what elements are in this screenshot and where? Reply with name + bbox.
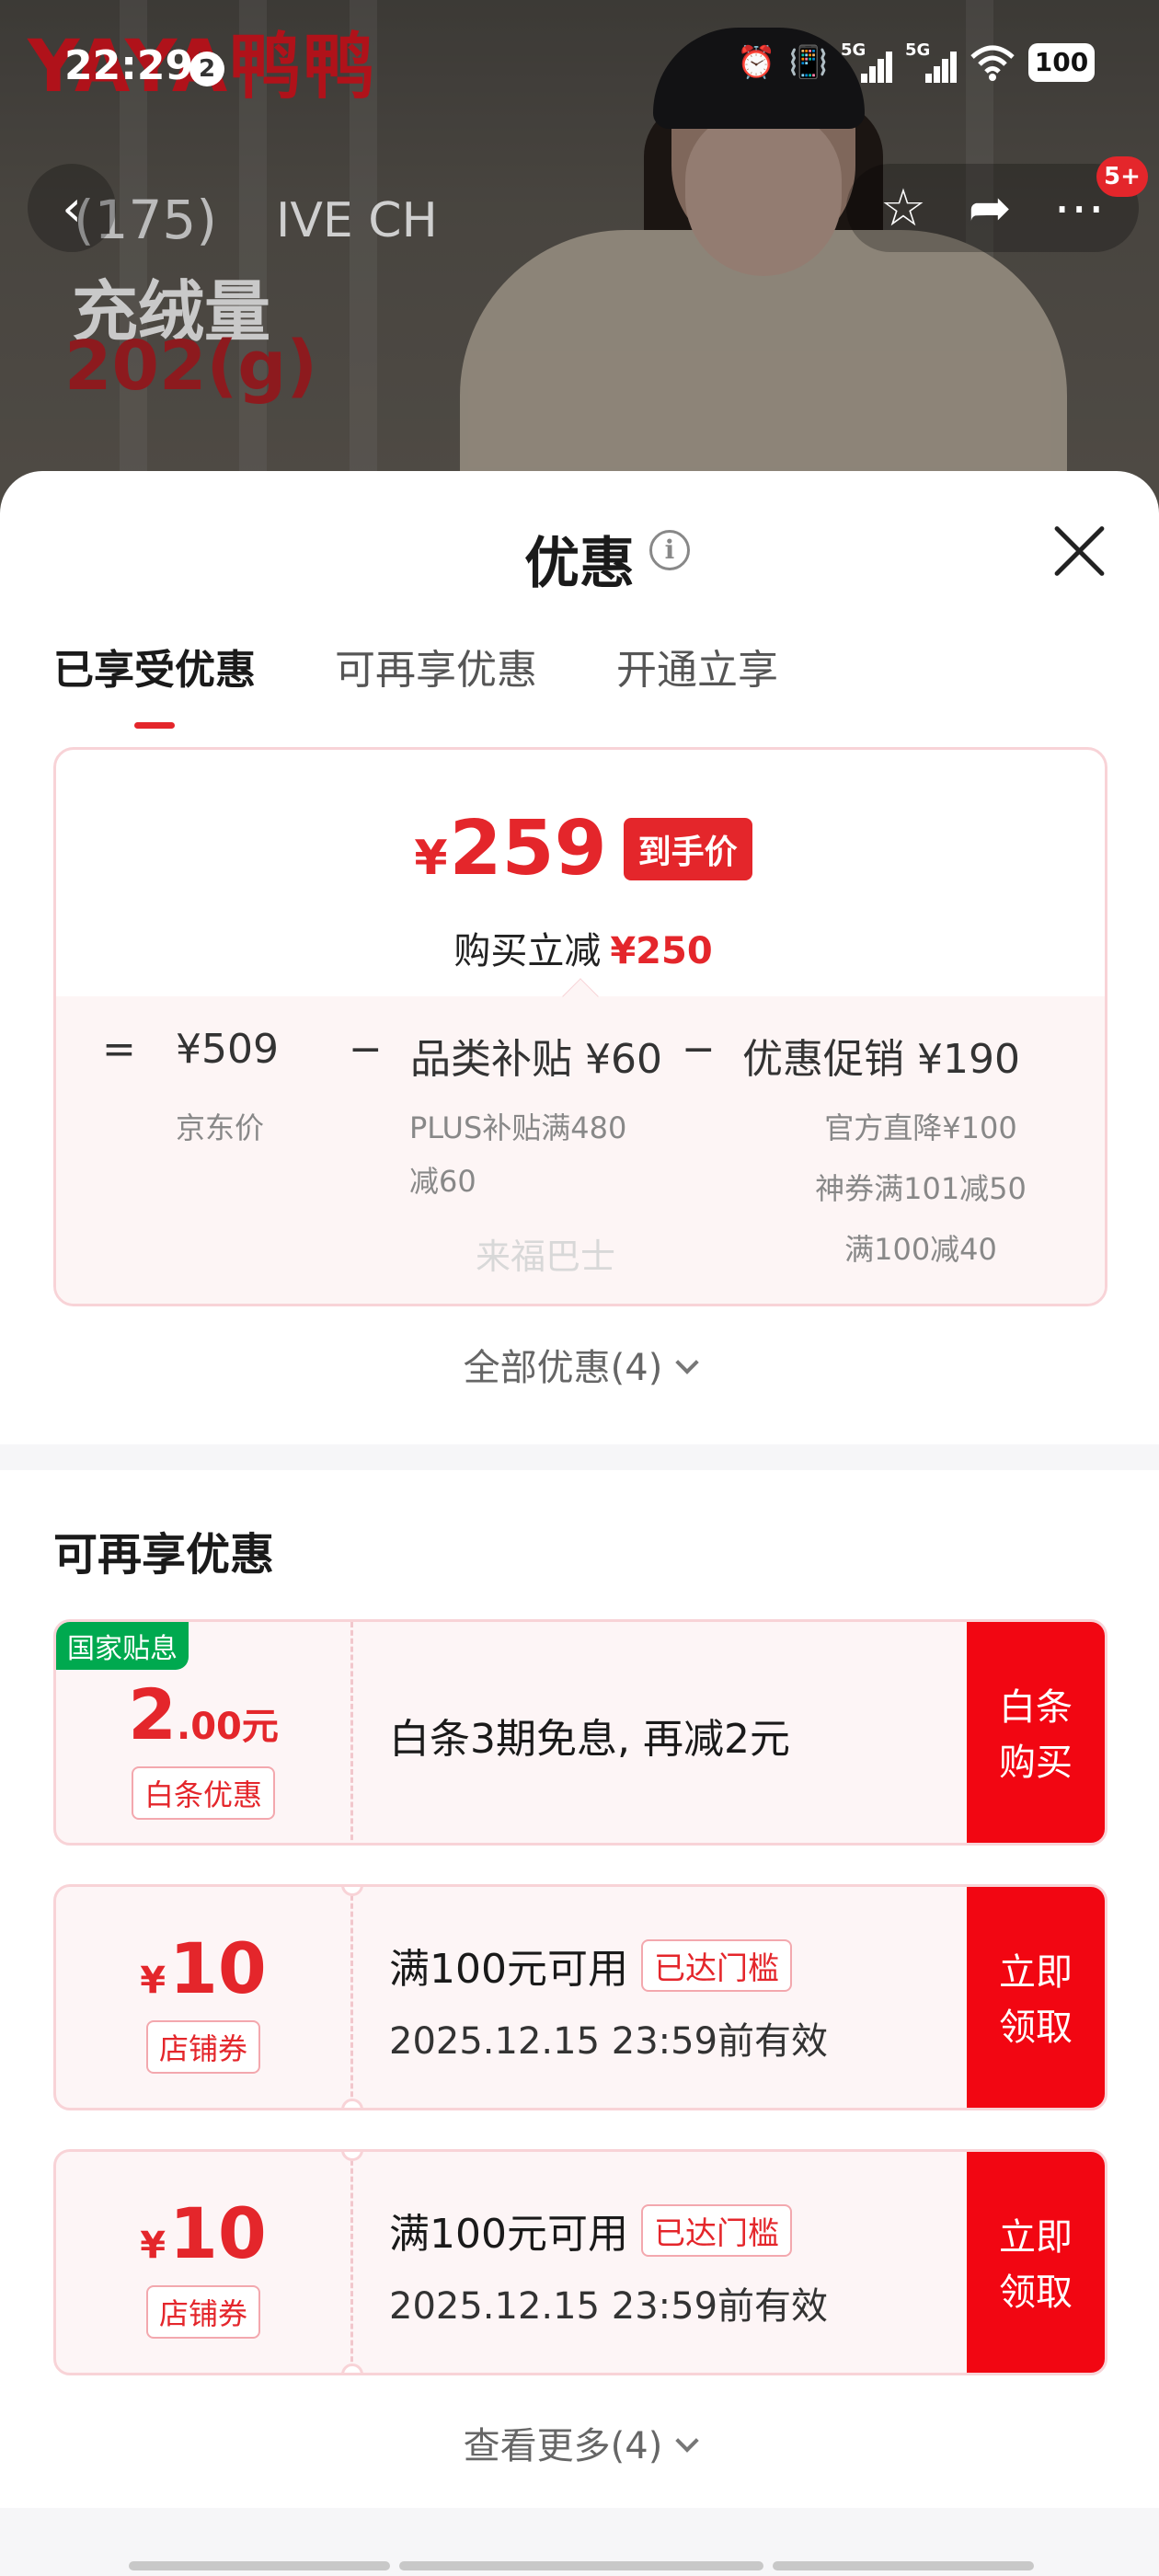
share-icon[interactable]: ➦ <box>969 178 1012 238</box>
signal-5g-icon: 5G <box>905 40 957 83</box>
claim-coupon-button[interactable]: 立即 领取 <box>967 1887 1105 2108</box>
home-indicator[interactable] <box>129 2561 1034 2570</box>
promo-discount: 优惠促销 ¥190 <box>742 1036 1020 1083</box>
reduce-label: 购买立减 <box>453 930 602 972</box>
claim-coupon-button[interactable]: 立即 领取 <box>967 2152 1105 2373</box>
price-summary-card: ¥ 259 到手价 购买立减 ¥250 = ¥509 − 品类补贴 ¥60 − 优… <box>53 747 1107 1306</box>
coupon-type-label: 店铺券 <box>145 2019 260 2074</box>
signal-5g-icon: 5G <box>841 40 892 83</box>
coupon-condition: 满100元可用 已达门槛 <box>389 1936 828 1995</box>
more-icon[interactable]: ⋯ <box>1053 178 1105 238</box>
all-offers-link[interactable]: 全部优惠(4) <box>0 1338 1159 1391</box>
tab-enjoyed[interactable]: 已享受优惠 <box>53 637 256 729</box>
top-actions: ☆ ➦ ⋯ <box>846 164 1139 252</box>
coupon-amount: ¥10 <box>140 2191 267 2274</box>
section-title: 可再享优惠 <box>53 1529 275 1581</box>
battery-indicator: 100 <box>1028 43 1095 82</box>
coupon-type-label: 白条优惠 <box>131 1765 275 1820</box>
store-sign-text: IVE CH <box>276 193 438 248</box>
section-divider <box>0 1444 1159 1470</box>
promo-note: 官方直降¥100 神券满101减50 满100减40 <box>815 1110 1027 1267</box>
tab-activate[interactable]: 开通立享 <box>616 637 778 729</box>
coupon-card: ¥10 店铺券 满100元可用 已达门槛 2025.12.15 23:59前有效… <box>53 1884 1107 2110</box>
coupon-validity: 2025.12.15 23:59前有效 <box>389 2285 829 2328</box>
offer-tabs: 已享受优惠 可再享优惠 开通立享 <box>53 637 778 729</box>
coupon-type-label: 店铺券 <box>145 2284 260 2339</box>
formula-minus: − <box>349 1026 383 1073</box>
coupon-amount: 2.00元 <box>128 1673 279 1755</box>
view-more-link[interactable]: 查看更多(4) <box>0 2416 1159 2469</box>
final-price-tag: 到手价 <box>623 817 752 880</box>
final-price: 259 <box>449 805 607 892</box>
coupon-card: ¥10 店铺券 满100元可用 已达门槛 2025.12.15 23:59前有效… <box>53 2149 1107 2375</box>
subsidy-note: PLUS补贴满480 减60 <box>409 1110 627 1199</box>
category-subsidy: 品类补贴 ¥60 <box>410 1036 662 1083</box>
jd-price-label: 京东价 <box>176 1110 265 1145</box>
notification-count-badge: 2 <box>189 52 224 86</box>
formula-minus: − <box>682 1026 716 1073</box>
threshold-reached-badge: 已达门槛 <box>640 2203 792 2257</box>
promo-fill-value: 202(g) <box>64 327 318 406</box>
watermark: 来福巴士 <box>476 1236 616 1277</box>
offers-sheet: 优惠 i 已享受优惠 可再享优惠 开通立享 ¥ 259 到手价 购买立减 ¥250… <box>0 471 1159 2576</box>
status-time: 22:29 <box>64 42 194 89</box>
coupon-validity: 2025.12.15 23:59前有效 <box>389 2020 829 2063</box>
jd-price: ¥509 <box>176 1026 279 1073</box>
chevron-left-icon: ‹ <box>62 178 82 237</box>
threshold-reached-badge: 已达门槛 <box>640 1938 792 1992</box>
close-icon[interactable] <box>1049 521 1109 581</box>
favorite-star-icon[interactable]: ☆ <box>880 178 926 238</box>
alarm-icon: ⏰ <box>737 44 776 81</box>
coupon-condition: 满100元可用 已达门槛 <box>389 2201 828 2260</box>
vibrate-icon: 📳 <box>788 44 828 81</box>
reduce-row: 购买立减 ¥250 <box>56 921 1105 974</box>
chevron-down-icon <box>675 2429 700 2453</box>
tab-more-available[interactable]: 可再享优惠 <box>335 637 537 729</box>
coupon-amount: ¥10 <box>140 1926 267 2009</box>
info-icon[interactable]: i <box>649 530 690 570</box>
sheet-title: 优惠 <box>524 532 635 596</box>
chevron-down-icon <box>675 1351 700 1374</box>
coupon-description: 白条3期免息, 再减2元 <box>389 1716 790 1763</box>
status-bar: 22:29 2 ⏰ 📳 5G 5G 100 <box>0 0 1159 138</box>
wifi-icon <box>970 45 1015 81</box>
reduce-amount: ¥250 <box>610 930 713 972</box>
back-button[interactable]: ‹ <box>28 164 116 252</box>
coupon-card: 国家贴息 2.00元 白条优惠 白条3期免息, 再减2元 白条 购买 <box>53 1619 1107 1846</box>
formula-equals: = <box>102 1026 136 1073</box>
currency-symbol: ¥ <box>414 830 448 886</box>
message-badge: 5+ <box>1096 156 1148 197</box>
baitiao-buy-button[interactable]: 白条 购买 <box>967 1622 1105 1843</box>
